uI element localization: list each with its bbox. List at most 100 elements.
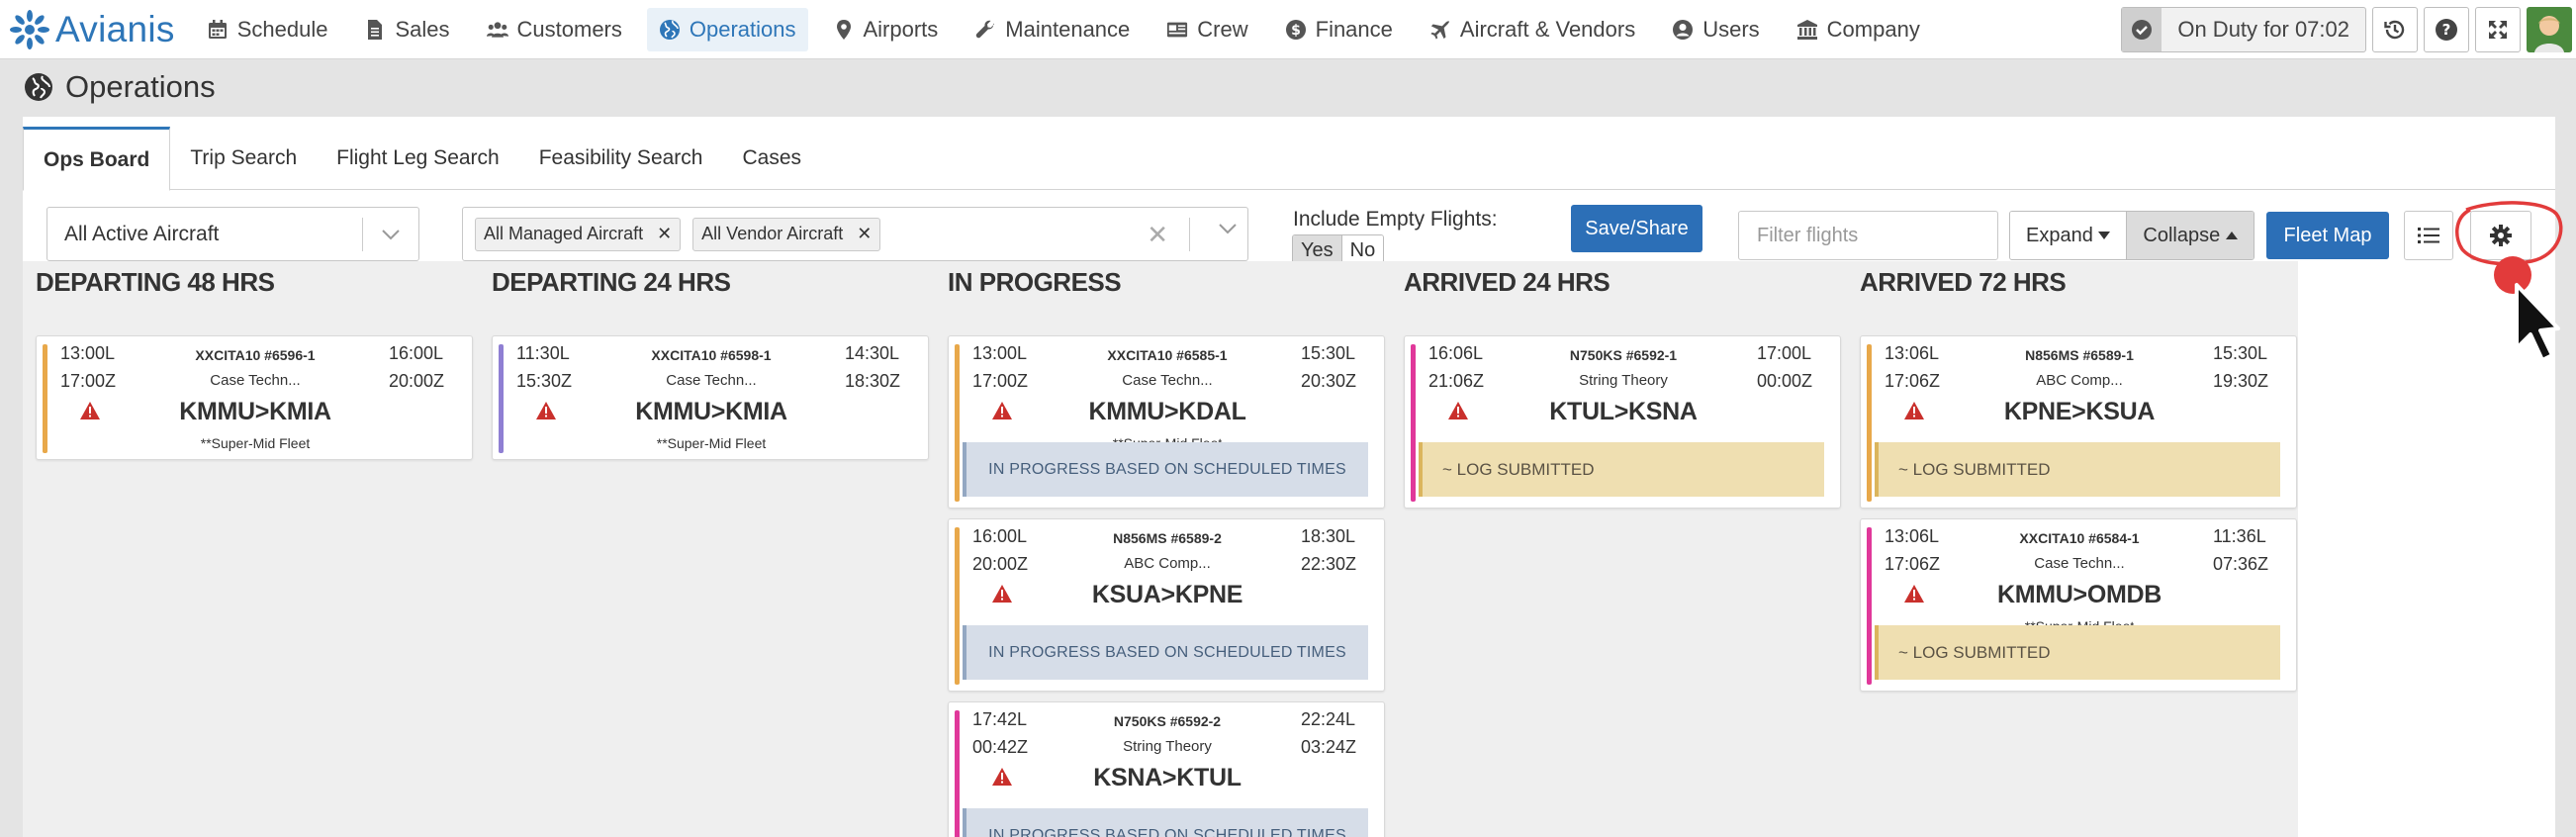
arrival-zulu-time: 07:36Z [2213, 554, 2269, 574]
warning-icon [992, 768, 1012, 786]
remove-chip-icon[interactable]: ✕ [657, 224, 672, 244]
customer-name: Case Techn... [1122, 372, 1213, 389]
nav-item-label: Users [1702, 16, 1760, 42]
nav-item-aircraft-vendors[interactable]: Aircraft & Vendors [1418, 8, 1647, 51]
column-header: DEPARTING 24 HRS [492, 267, 731, 297]
arrival-zulu-time: 20:00Z [389, 371, 445, 391]
nav-item-company[interactable]: Company [1785, 8, 1932, 51]
tab-flight-leg-search[interactable]: Flight Leg Search [317, 127, 519, 190]
nav-item-operations[interactable]: Operations [646, 7, 808, 51]
arrival-zulu-time: 19:30Z [2213, 371, 2269, 391]
flight-card[interactable]: 17:42L 00:42Z 22:24L 03:24Z N750KS #6592-2 St… [948, 701, 1385, 837]
nav-item-customers[interactable]: Customers [475, 8, 634, 51]
arrival-zulu-time: 22:30Z [1301, 554, 1357, 574]
page-title-text: Operations [65, 69, 216, 104]
remove-chip-icon[interactable]: ✕ [857, 224, 872, 244]
status-color-bar [43, 344, 47, 453]
fullscreen-button[interactable] [2475, 7, 2521, 52]
departure-local-time: 13:06L [1885, 343, 1940, 363]
arrival-zulu-time: 20:30Z [1301, 371, 1357, 391]
nav-item-users[interactable]: Users [1660, 8, 1771, 51]
warning-icon [992, 402, 1012, 419]
duty-status-button[interactable]: On Duty for 07:02 [2121, 7, 2366, 52]
departure-local-time: 13:00L [972, 343, 1028, 363]
fleet-map-button[interactable]: Fleet Map [2266, 212, 2389, 259]
tail-and-trip-number: N750KS #6592-2 [1113, 713, 1222, 729]
save-share-button[interactable]: Save/Share [1571, 205, 1702, 252]
user-avatar[interactable] [2527, 7, 2572, 52]
tail-and-trip-number: N856MS #6589-1 [2025, 347, 2134, 363]
aircraft-select[interactable]: All Active Aircraft [46, 207, 419, 261]
tail-and-trip-number: N750KS #6592-1 [1569, 347, 1678, 363]
users-icon [486, 19, 517, 41]
history-icon [2384, 20, 2405, 40]
nav-item-label: Company [1826, 16, 1920, 42]
id-card-icon [1166, 19, 1197, 41]
page-title: Operations [24, 69, 216, 105]
check-circle-icon [2122, 8, 2162, 51]
flight-card[interactable]: 16:00L 20:00Z 18:30L 22:30Z N856MS #6589-2 AB… [948, 518, 1385, 692]
nav-item-label: Crew [1197, 16, 1248, 42]
aircraft-group-multiselect[interactable]: All Managed Aircraft ✕ All Vendor Aircraf… [462, 207, 1248, 261]
collapse-button[interactable]: Collapse [2126, 212, 2254, 259]
tail-and-trip-number: XXCITA10 #6585-1 [1107, 347, 1228, 363]
flight-card[interactable]: 13:06L 17:06Z 15:30L 19:30Z N856MS #6589-1 AB… [1860, 335, 2297, 509]
flight-card[interactable]: 11:30L 15:30Z 14:30L 18:30Z XXCITA10 #6598-1… [492, 335, 929, 460]
status-color-bar [1411, 344, 1416, 502]
status-color-bar [1867, 344, 1872, 502]
nav-item-finance[interactable]: $ Finance [1273, 8, 1405, 51]
chip-managed-aircraft: All Managed Aircraft ✕ [475, 217, 682, 251]
column-header: IN PROGRESS [948, 267, 1122, 297]
filter-flights-input[interactable]: Filter flights [1738, 211, 1998, 260]
avianis-sun-icon [10, 9, 49, 49]
departure-zulu-time: 20:00Z [972, 554, 1029, 574]
brand-name: Avianis [55, 8, 175, 49]
departure-local-time: 17:42L [972, 709, 1028, 729]
header-right: On Duty for 07:02 ? [2121, 0, 2576, 59]
main-menu: Schedule Sales Customers Operations Airports… [195, 0, 1945, 59]
flight-card[interactable]: 13:00L 17:00Z 16:00L 20:00Z XXCITA10 #6596-1… [36, 335, 473, 460]
nav-item-label: Operations [689, 16, 796, 42]
brand-logo[interactable]: Avianis [8, 8, 175, 51]
help-button[interactable]: ? [2424, 7, 2469, 52]
dollar-icon: $ [1285, 19, 1316, 41]
nav-item-sales[interactable]: Sales [352, 8, 461, 51]
nav-item-schedule[interactable]: Schedule [195, 8, 340, 51]
expand-arrows-icon [2489, 21, 2507, 39]
tab-feasibility-search[interactable]: Feasibility Search [519, 127, 723, 190]
in-progress-banner: IN PROGRESS BASED ON SCHEDULED TIMES [963, 625, 1368, 680]
nav-item-crew[interactable]: Crew [1154, 8, 1259, 51]
map-marker-icon [833, 19, 864, 41]
user-icon [1672, 19, 1702, 41]
document-icon [364, 19, 395, 41]
chip-label: All Vendor Aircraft [701, 224, 844, 243]
arrival-zulu-time: 00:00Z [1757, 371, 1813, 391]
route: KMMU>KMIA [179, 398, 331, 425]
departure-local-time: 16:00L [972, 526, 1028, 546]
departure-zulu-time: 17:00Z [972, 371, 1029, 391]
chevron-down-icon[interactable] [1218, 222, 1238, 239]
warning-icon [80, 402, 100, 419]
tab-cases[interactable]: Cases [722, 127, 821, 190]
nav-item-label: Aircraft & Vendors [1459, 16, 1636, 42]
flight-card[interactable]: 13:06L 17:06Z 11:36L 07:36Z XXCITA10 #6584-1… [1860, 518, 2297, 692]
clear-all-icon[interactable]: ✕ [1147, 220, 1168, 250]
chevron-down-icon[interactable] [363, 229, 418, 240]
route: KPNE>KSUA [2003, 398, 2156, 425]
nav-item-airports[interactable]: Airports [821, 8, 951, 51]
nav-item-label: Customers [516, 16, 622, 42]
nav-item-maintenance[interactable]: Maintenance [963, 8, 1142, 51]
status-color-bar [955, 710, 960, 837]
wrench-icon [974, 19, 1005, 41]
tab-ops-board[interactable]: Ops Board [23, 127, 171, 191]
expand-button[interactable]: Expand [2010, 212, 2127, 259]
route: KSUA>KPNE [1091, 581, 1243, 608]
flight-card[interactable]: 16:06L 21:06Z 17:00L 00:00Z N750KS #6592-1 St… [1404, 335, 1841, 509]
column-header: ARRIVED 24 HRS [1404, 267, 1610, 297]
flight-card[interactable]: 13:00L 17:00Z 15:30L 20:30Z XXCITA10 #6585-1… [948, 335, 1385, 509]
click-cursor-annotation [2494, 256, 2560, 362]
history-button[interactable] [2372, 7, 2418, 52]
tab-trip-search[interactable]: Trip Search [170, 127, 317, 190]
arrival-zulu-time: 18:30Z [845, 371, 901, 391]
warning-icon [1904, 402, 1924, 419]
